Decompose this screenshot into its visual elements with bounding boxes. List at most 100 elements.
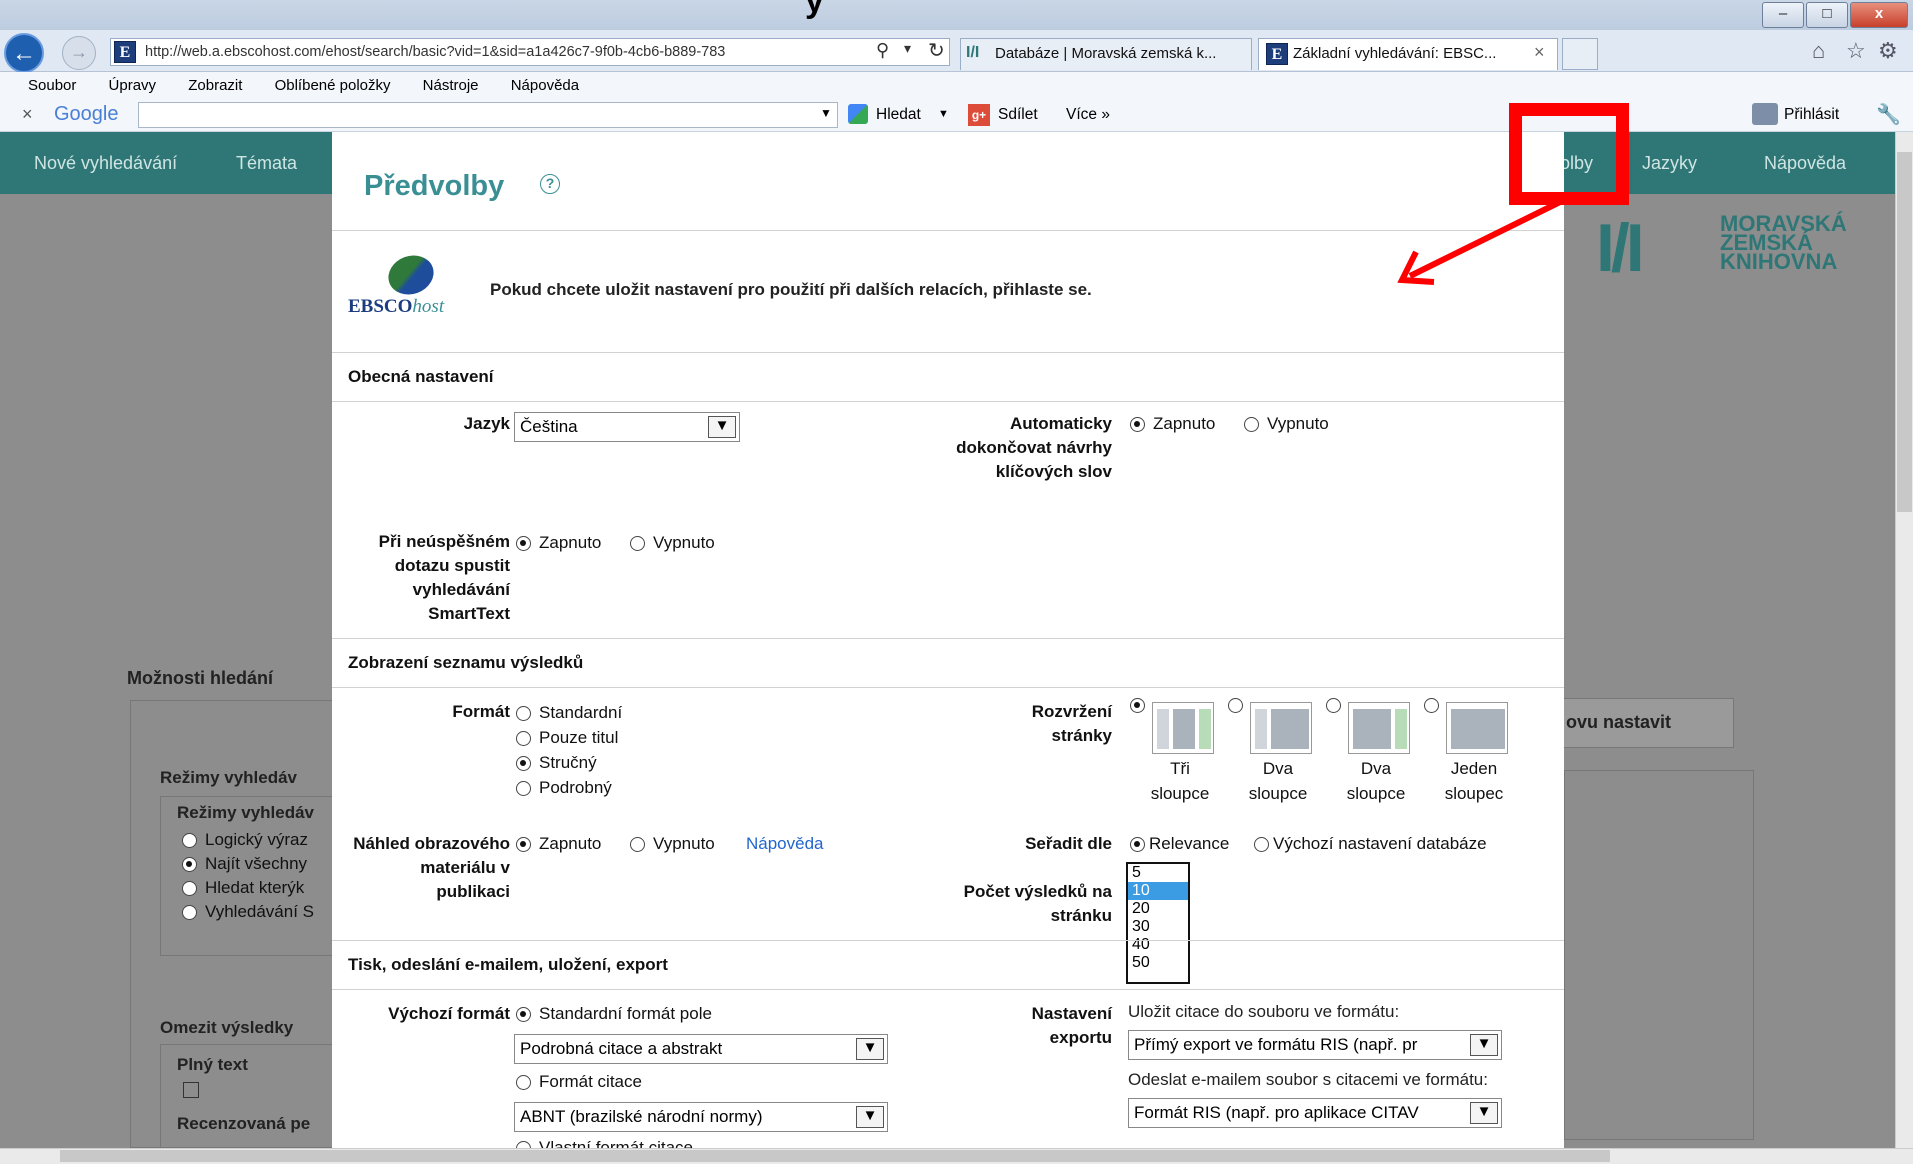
- sort-relevance[interactable]: Relevance: [1130, 834, 1229, 854]
- format-standard[interactable]: Standardní: [516, 703, 622, 723]
- toolbar-close-icon[interactable]: ×: [22, 104, 33, 125]
- layout-caption: Dva sloupce: [1336, 756, 1416, 806]
- scrollbar-thumb[interactable]: [60, 1150, 1610, 1162]
- sort-database-default[interactable]: Výchozí nastavení databáze: [1254, 834, 1487, 854]
- per-page-option-selected[interactable]: 10: [1128, 882, 1188, 900]
- address-bar[interactable]: http://web.a.ebscohost.com/ehost/search/…: [110, 38, 950, 66]
- per-page-option[interactable]: 5: [1128, 864, 1188, 882]
- save-format-select[interactable]: Přímý export ve formátu RIS (např. pr ▼: [1128, 1030, 1502, 1060]
- custom-citation-format[interactable]: Vlastní formát citace: [516, 1138, 693, 1148]
- radio-selected-icon: [516, 755, 531, 771]
- format-brief[interactable]: Stručný: [516, 753, 597, 773]
- preview-on[interactable]: Zapnuto: [516, 834, 601, 854]
- tab-label: Základní vyhledávání: EBSC...: [1293, 45, 1497, 62]
- tab-databaze[interactable]: Databáze | Moravská zemská k...: [960, 38, 1252, 70]
- citation-format[interactable]: Formát citace: [516, 1072, 642, 1092]
- email-format-select[interactable]: Formát RIS (např. pro aplikace CITAV ▼: [1128, 1098, 1502, 1128]
- nav-topics[interactable]: Témata: [236, 132, 297, 194]
- standard-field-format[interactable]: Standardní formát pole: [516, 1004, 712, 1024]
- radio-icon: [182, 832, 197, 848]
- refresh-icon[interactable]: ↻: [928, 38, 945, 63]
- layout-caption: Dva sloupce: [1238, 756, 1318, 806]
- minimize-button[interactable]: –: [1762, 2, 1804, 28]
- mode-boolean[interactable]: Logický výraz: [182, 830, 308, 850]
- option-label: Standardní: [539, 703, 623, 722]
- menu-item-oblibene[interactable]: Oblíbené položky: [275, 77, 391, 94]
- smarttext-label: Při neúspěšném dotazu spustit vyhledáván…: [378, 532, 510, 623]
- share-button[interactable]: Sdílet: [998, 106, 1038, 124]
- per-page-option[interactable]: 30: [1128, 918, 1188, 936]
- menu-item-nastroje[interactable]: Nástroje: [423, 77, 479, 94]
- smarttext-off[interactable]: Vypnuto: [630, 533, 715, 553]
- preview-off[interactable]: Vypnuto: [630, 834, 715, 854]
- radio-icon: [516, 730, 531, 746]
- option-label: Pouze titul: [539, 728, 619, 747]
- ebsco-tab-favicon-icon: E: [1266, 43, 1288, 65]
- back-arrow-icon[interactable]: ←: [4, 33, 44, 73]
- maximize-button[interactable]: □: [1806, 2, 1848, 28]
- autocomplete-off[interactable]: Vypnuto: [1244, 414, 1329, 434]
- right-panel: [1564, 770, 1754, 1140]
- google-search-dropdown-icon[interactable]: ▼: [938, 108, 949, 120]
- nav-new-search[interactable]: Nové vyhledávání: [34, 132, 177, 194]
- tab-close-icon[interactable]: ×: [1534, 42, 1545, 63]
- language-select[interactable]: Čeština ▼: [514, 412, 740, 442]
- menu-item-upravy[interactable]: Úpravy: [109, 77, 157, 94]
- wrench-icon[interactable]: 🔧: [1876, 102, 1901, 127]
- preview-help-link[interactable]: Nápověda: [746, 834, 824, 854]
- option-label: Zapnuto: [1153, 414, 1216, 433]
- mode-find-any[interactable]: Hledat kterýk: [182, 878, 304, 898]
- caption-line: sloupce: [1248, 784, 1308, 803]
- favorites-star-icon[interactable]: ☆: [1846, 38, 1866, 64]
- google-search-input[interactable]: [138, 102, 838, 128]
- layout-caption: Tři sloupce: [1140, 756, 1220, 806]
- per-page-option[interactable]: 20: [1128, 900, 1188, 918]
- smarttext-on[interactable]: Zapnuto: [516, 533, 601, 553]
- per-page-label: Počet výsledků na stránku: [963, 882, 1112, 925]
- radio-icon: [630, 535, 645, 551]
- vertical-scrollbar[interactable]: [1895, 132, 1913, 1148]
- window-close-button[interactable]: x: [1850, 2, 1908, 28]
- menu-item-soubor[interactable]: Soubor: [28, 77, 76, 94]
- radio-icon: [516, 780, 531, 796]
- signin-button[interactable]: Přihlásit: [1784, 106, 1839, 124]
- google-input-dropdown-icon[interactable]: ▼: [820, 106, 832, 120]
- menu-item-napoveda[interactable]: Nápověda: [511, 77, 579, 94]
- full-text-label: Plný text: [177, 1055, 248, 1074]
- radio-icon: [1244, 416, 1259, 432]
- settings-gear-icon[interactable]: ⚙: [1878, 38, 1898, 64]
- caption-line: Jeden: [1450, 759, 1498, 778]
- option-label: Stručný: [539, 753, 597, 772]
- full-text-checkbox[interactable]: [183, 1082, 199, 1098]
- nav-languages[interactable]: Jazyky: [1642, 132, 1697, 194]
- search-options-heading: Možnosti hledání: [127, 668, 273, 688]
- chevron-down-icon: ▼: [1470, 1102, 1498, 1124]
- more-button[interactable]: Více »: [1066, 106, 1110, 124]
- caption-line: Dva: [1262, 759, 1294, 778]
- help-icon[interactable]: ?: [540, 174, 560, 194]
- menu-item-zobrazit[interactable]: Zobrazit: [188, 77, 242, 94]
- horizontal-scrollbar[interactable]: [0, 1148, 1913, 1164]
- new-tab-button[interactable]: [1562, 38, 1598, 70]
- format-detailed[interactable]: Podrobný: [516, 778, 612, 798]
- modes-subheading: Režimy vyhledáv: [177, 803, 315, 822]
- google-search-button[interactable]: Hledat: [876, 106, 921, 124]
- mode-smarttext[interactable]: Vyhledávání S: [182, 902, 314, 922]
- citation-format-select[interactable]: ABNT (brazilské národní normy) ▼: [514, 1102, 888, 1132]
- autocomplete-on[interactable]: Zapnuto: [1130, 414, 1215, 434]
- home-icon[interactable]: ⌂: [1812, 38, 1825, 64]
- mode-find-all[interactable]: Najít všechny: [182, 854, 307, 874]
- radio-selected-icon: [516, 1006, 531, 1022]
- modes-heading: Režimy vyhledáv: [160, 768, 298, 787]
- dropdown-arrow-icon[interactable]: ▾: [904, 40, 911, 57]
- option-label: Zapnuto: [539, 834, 602, 853]
- search-icon[interactable]: ⚲: [876, 40, 889, 61]
- nav-help[interactable]: Nápověda: [1764, 132, 1846, 194]
- standard-format-select[interactable]: Podrobná citace a abstrakt ▼: [514, 1034, 888, 1064]
- option-label: Podrobný: [539, 778, 612, 797]
- tab-zakladni-vyhledavani[interactable]: Základní vyhledávání: EBSC...: [1258, 38, 1558, 70]
- scrollbar-thumb[interactable]: [1897, 152, 1912, 512]
- format-title-only[interactable]: Pouze titul: [516, 728, 618, 748]
- option-label: Relevance: [1149, 834, 1230, 853]
- forward-arrow-icon[interactable]: →: [62, 36, 96, 70]
